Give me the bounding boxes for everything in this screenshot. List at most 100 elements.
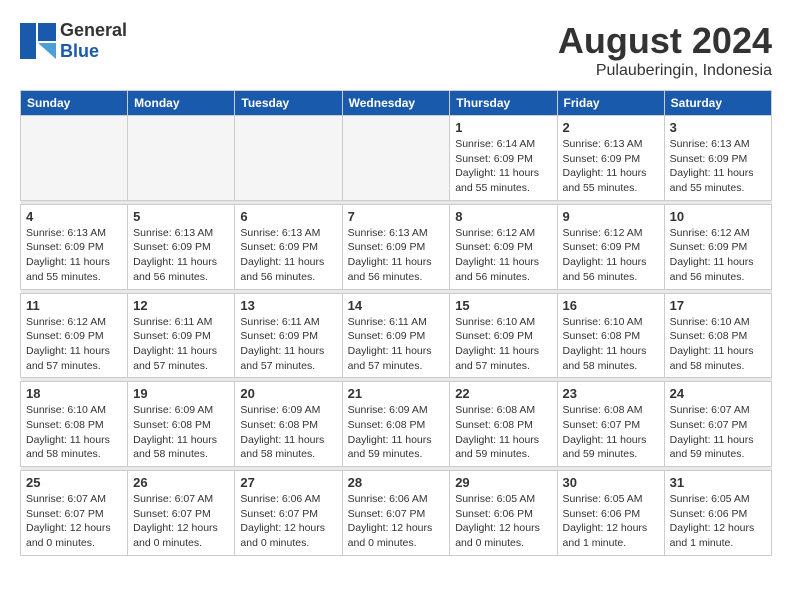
day-number: 30 [563,475,659,490]
day-cell: 16Sunrise: 6:10 AM Sunset: 6:08 PM Dayli… [557,293,664,378]
week-row-2: 4 Sunrise: 6:13 AM Sunset: 6:09 PM Daylig… [21,204,772,289]
day-number: 29 [455,475,551,490]
day-info: Sunrise: 6:12 AM Sunset: 6:09 PM Dayligh… [563,226,659,285]
day-cell: 1Sunrise: 6:14 AM Sunset: 6:09 PM Daylig… [450,116,557,201]
day-cell: 13 Sunrise: 6:11 AM Sunset: 6:09 PM Dayli… [235,293,342,378]
week-row-3: 11 Sunrise: 6:12 AM Sunset: 6:09 PM Dayli… [21,293,772,378]
day-info: Sunrise: 6:07 AM Sunset: 6:07 PM Dayligh… [670,403,766,462]
day-cell: 28Sunrise: 6:06 AM Sunset: 6:07 PM Dayli… [342,471,450,556]
day-number: 15 [455,298,551,313]
header-thursday: Thursday [450,91,557,116]
day-info: Sunrise: 6:10 AM Sunset: 6:09 PM Dayligh… [455,315,551,374]
header-monday: Monday [128,91,235,116]
day-info: Sunrise: 6:10 AM Sunset: 6:08 PM Dayligh… [670,315,766,374]
day-number: 14 [348,298,445,313]
day-number: 12 [133,298,229,313]
day-cell: 8Sunrise: 6:12 AM Sunset: 6:09 PM Daylig… [450,204,557,289]
day-info: Sunrise: 6:11 AM Sunset: 6:09 PM Dayligh… [240,315,336,374]
day-info: Sunrise: 6:11 AM Sunset: 6:09 PM Dayligh… [133,315,229,374]
day-number: 1 [455,120,551,135]
week-row-5: 25 Sunrise: 6:07 AM Sunset: 6:07 PM Dayli… [21,471,772,556]
day-info: Sunrise: 6:08 AM Sunset: 6:08 PM Dayligh… [455,403,551,462]
day-number: 18 [26,386,122,401]
day-cell [235,116,342,201]
day-info: Sunrise: 6:10 AM Sunset: 6:08 PM Dayligh… [26,403,122,462]
day-number: 25 [26,475,122,490]
day-number: 19 [133,386,229,401]
day-cell: 31 Sunrise: 6:05 AM Sunset: 6:06 PM Dayli… [664,471,771,556]
logo: General Blue [20,20,127,62]
day-cell: 12 Sunrise: 6:11 AM Sunset: 6:09 PM Dayli… [128,293,235,378]
day-cell [21,116,128,201]
day-info: Sunrise: 6:13 AM Sunset: 6:09 PM Dayligh… [563,137,659,196]
location: Pulauberingin, Indonesia [558,62,772,80]
day-info: Sunrise: 6:09 AM Sunset: 6:08 PM Dayligh… [240,403,336,462]
day-info: Sunrise: 6:05 AM Sunset: 6:06 PM Dayligh… [670,492,766,551]
day-number: 11 [26,298,122,313]
day-cell: 10 Sunrise: 6:12 AM Sunset: 6:09 PM Dayli… [664,204,771,289]
day-info: Sunrise: 6:06 AM Sunset: 6:07 PM Dayligh… [348,492,445,551]
day-cell: 29 Sunrise: 6:05 AM Sunset: 6:06 PM Dayli… [450,471,557,556]
day-cell: 30 Sunrise: 6:05 AM Sunset: 6:06 PM Dayli… [557,471,664,556]
day-number: 6 [240,209,336,224]
day-number: 27 [240,475,336,490]
week-row-4: 18 Sunrise: 6:10 AM Sunset: 6:08 PM Dayli… [21,382,772,467]
day-number: 10 [670,209,766,224]
calendar-table: SundayMondayTuesdayWednesdayThursdayFrid… [20,90,772,556]
day-cell: 24 Sunrise: 6:07 AM Sunset: 6:07 PM Dayli… [664,382,771,467]
day-info: Sunrise: 6:05 AM Sunset: 6:06 PM Dayligh… [563,492,659,551]
day-info: Sunrise: 6:12 AM Sunset: 6:09 PM Dayligh… [670,226,766,285]
title-block: August 2024 Pulauberingin, Indonesia [558,20,772,80]
day-info: Sunrise: 6:13 AM Sunset: 6:09 PM Dayligh… [348,226,445,285]
day-cell: 19Sunrise: 6:09 AM Sunset: 6:08 PM Dayli… [128,382,235,467]
day-cell: 2 Sunrise: 6:13 AM Sunset: 6:09 PM Daylig… [557,116,664,201]
day-cell: 15 Sunrise: 6:10 AM Sunset: 6:09 PM Dayli… [450,293,557,378]
day-number: 31 [670,475,766,490]
day-cell: 3 Sunrise: 6:13 AM Sunset: 6:09 PM Daylig… [664,116,771,201]
day-info: Sunrise: 6:06 AM Sunset: 6:07 PM Dayligh… [240,492,336,551]
day-info: Sunrise: 6:13 AM Sunset: 6:09 PM Dayligh… [670,137,766,196]
day-number: 24 [670,386,766,401]
header-row: SundayMondayTuesdayWednesdayThursdayFrid… [21,91,772,116]
day-cell: 17Sunrise: 6:10 AM Sunset: 6:08 PM Dayli… [664,293,771,378]
day-cell: 25 Sunrise: 6:07 AM Sunset: 6:07 PM Dayli… [21,471,128,556]
day-info: Sunrise: 6:07 AM Sunset: 6:07 PM Dayligh… [26,492,122,551]
logo-blue: Blue [60,41,99,61]
day-info: Sunrise: 6:09 AM Sunset: 6:08 PM Dayligh… [348,403,445,462]
day-number: 7 [348,209,445,224]
header-saturday: Saturday [664,91,771,116]
day-number: 4 [26,209,122,224]
day-info: Sunrise: 6:13 AM Sunset: 6:09 PM Dayligh… [240,226,336,285]
day-info: Sunrise: 6:07 AM Sunset: 6:07 PM Dayligh… [133,492,229,551]
day-info: Sunrise: 6:11 AM Sunset: 6:09 PM Dayligh… [348,315,445,374]
day-number: 23 [563,386,659,401]
day-cell: 18 Sunrise: 6:10 AM Sunset: 6:08 PM Dayli… [21,382,128,467]
header-sunday: Sunday [21,91,128,116]
day-cell: 6 Sunrise: 6:13 AM Sunset: 6:09 PM Daylig… [235,204,342,289]
day-cell: 14 Sunrise: 6:11 AM Sunset: 6:09 PM Dayli… [342,293,450,378]
day-info: Sunrise: 6:08 AM Sunset: 6:07 PM Dayligh… [563,403,659,462]
day-number: 3 [670,120,766,135]
day-cell: 23 Sunrise: 6:08 AM Sunset: 6:07 PM Dayli… [557,382,664,467]
day-cell: 9Sunrise: 6:12 AM Sunset: 6:09 PM Daylig… [557,204,664,289]
day-number: 13 [240,298,336,313]
day-cell [342,116,450,201]
header-wednesday: Wednesday [342,91,450,116]
day-number: 8 [455,209,551,224]
day-info: Sunrise: 6:05 AM Sunset: 6:06 PM Dayligh… [455,492,551,551]
month-year: August 2024 [558,20,772,62]
week-row-1: 1Sunrise: 6:14 AM Sunset: 6:09 PM Daylig… [21,116,772,201]
day-info: Sunrise: 6:13 AM Sunset: 6:09 PM Dayligh… [26,226,122,285]
day-cell [128,116,235,201]
day-number: 21 [348,386,445,401]
day-cell: 4 Sunrise: 6:13 AM Sunset: 6:09 PM Daylig… [21,204,128,289]
day-cell: 22Sunrise: 6:08 AM Sunset: 6:08 PM Dayli… [450,382,557,467]
day-number: 20 [240,386,336,401]
day-info: Sunrise: 6:13 AM Sunset: 6:09 PM Dayligh… [133,226,229,285]
day-cell: 7 Sunrise: 6:13 AM Sunset: 6:09 PM Daylig… [342,204,450,289]
day-info: Sunrise: 6:12 AM Sunset: 6:09 PM Dayligh… [26,315,122,374]
header-friday: Friday [557,91,664,116]
day-number: 16 [563,298,659,313]
logo-general: General [60,20,127,40]
day-number: 2 [563,120,659,135]
